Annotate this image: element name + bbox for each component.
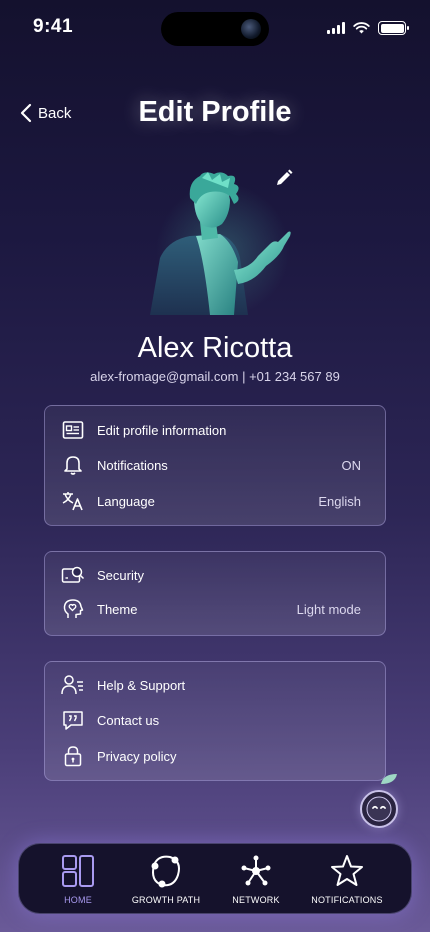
dynamic-island — [161, 12, 269, 46]
menu-item-language[interactable]: Language English — [45, 489, 385, 513]
menu-item-edit-profile[interactable]: Edit profile information — [45, 418, 385, 442]
user-name: Alex Ricotta — [137, 332, 293, 364]
menu-item-privacy-policy[interactable]: Privacy policy — [45, 744, 385, 768]
menu-item-theme[interactable]: Theme Light mode — [45, 597, 385, 621]
edit-pencil-icon[interactable] — [274, 168, 294, 188]
menu-item-label: Notifications — [97, 457, 168, 473]
menu-item-label: Language — [97, 493, 155, 509]
tab-network[interactable]: NETWORK — [207, 844, 305, 915]
tab-label: GROWTH PATH — [131, 895, 201, 905]
menu-item-security[interactable]: Security — [45, 563, 385, 587]
menu-item-label: Edit profile information — [97, 422, 227, 438]
growth-path-icon — [148, 853, 184, 889]
battery-icon — [378, 21, 409, 35]
menu-item-contact-us[interactable]: Contact us — [45, 708, 385, 732]
star-icon — [329, 853, 365, 889]
theme-value: Light mode — [296, 601, 361, 617]
bottom-tab-bar: HOME GROWTH PATH NETWORK NOTIFICATIONS — [18, 843, 412, 914]
translate-icon — [61, 489, 85, 513]
lock-icon — [61, 744, 85, 768]
menu-item-label: Privacy policy — [97, 748, 177, 764]
avatar — [138, 170, 298, 320]
status-icons — [327, 21, 409, 35]
assistant-bot-button[interactable] — [360, 790, 398, 828]
menu-item-label: Help & Support — [97, 677, 186, 693]
home-grid-icon — [60, 853, 96, 889]
status-bar: 9:41 — [0, 0, 430, 54]
bell-icon — [61, 453, 85, 477]
help-icon — [61, 673, 85, 697]
wifi-icon — [353, 22, 370, 34]
status-time: 9:41 — [33, 16, 74, 37]
camera-icon — [241, 19, 261, 39]
tab-notifications[interactable]: NOTIFICATIONS — [298, 844, 396, 915]
settings-group-account: Edit profile information Notifications O… — [44, 405, 386, 526]
theme-icon — [61, 597, 85, 621]
cellular-signal-icon — [327, 22, 345, 34]
user-contact: alex-fromage@gmail.com | +01 234 567 89 — [90, 369, 340, 384]
menu-item-label: Contact us — [97, 712, 160, 728]
id-card-icon — [61, 418, 85, 442]
menu-item-help-support[interactable]: Help & Support — [45, 673, 385, 697]
tab-home[interactable]: HOME — [29, 844, 127, 915]
language-value: English — [318, 493, 361, 509]
settings-group-support: Help & Support Contact us Privacy policy — [44, 661, 386, 781]
tab-growth-path[interactable]: GROWTH PATH — [117, 844, 215, 915]
leaf-icon — [381, 774, 397, 784]
settings-group-preferences: Security Theme Light mode — [44, 551, 386, 636]
menu-item-notifications[interactable]: Notifications ON — [45, 453, 385, 477]
menu-item-label: Theme — [97, 601, 138, 617]
tab-label: NETWORK — [232, 895, 280, 905]
security-icon — [61, 563, 85, 587]
chat-quote-icon — [61, 708, 85, 732]
bot-face-icon — [366, 796, 392, 822]
page-title: Edit Profile — [138, 96, 292, 128]
tab-label: HOME — [64, 895, 92, 905]
avatar-illustration — [150, 172, 291, 315]
notifications-status: ON — [341, 457, 362, 473]
network-icon — [238, 853, 274, 889]
tab-label: NOTIFICATIONS — [311, 895, 383, 905]
menu-item-label: Security — [97, 567, 144, 583]
